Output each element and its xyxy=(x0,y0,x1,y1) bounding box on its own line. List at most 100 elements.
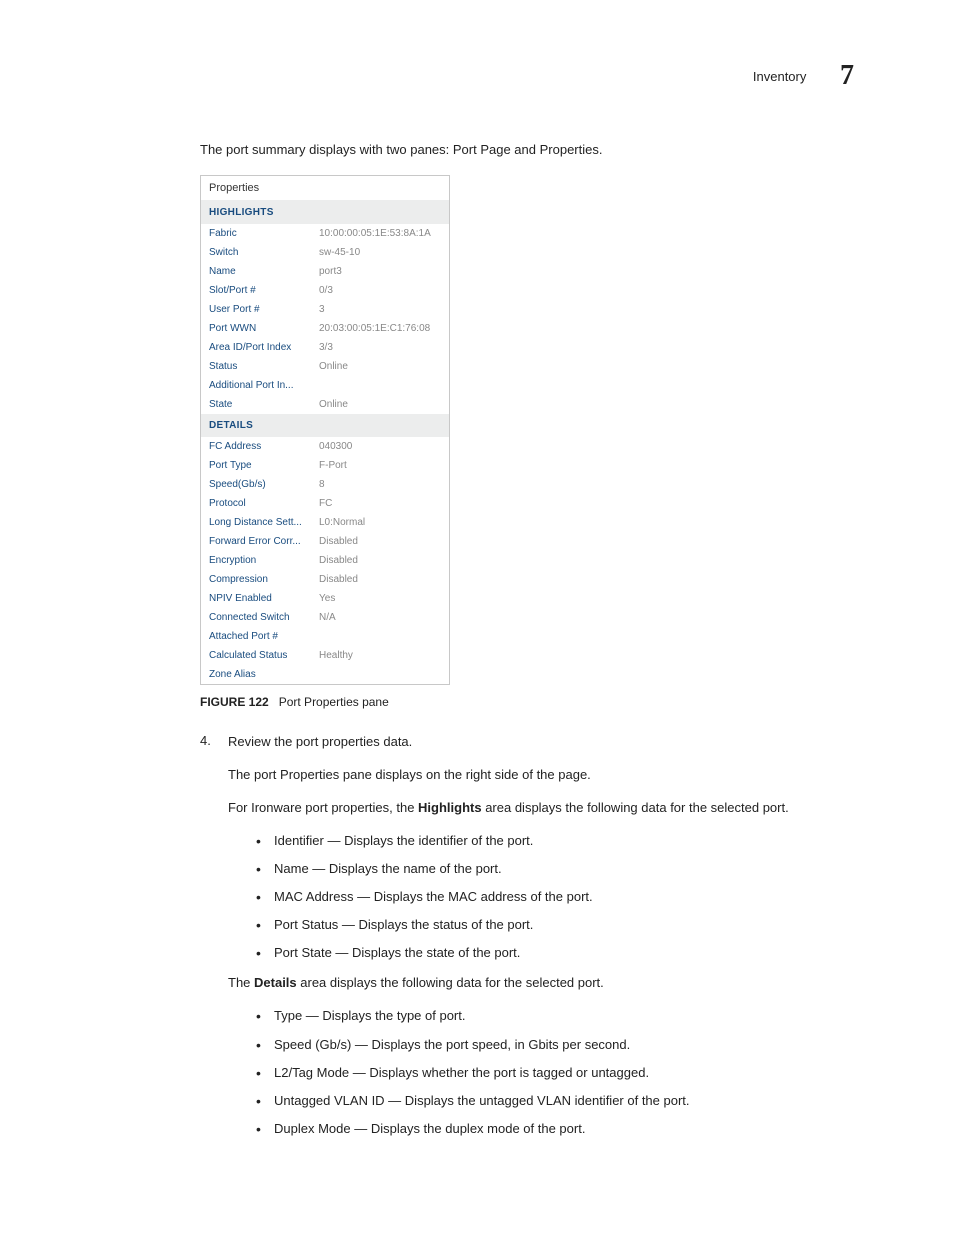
property-value: 3 xyxy=(319,304,325,315)
property-row: Switchsw-45-10 xyxy=(201,243,449,262)
step-body: Review the port properties data. The por… xyxy=(228,733,854,1150)
property-value: port3 xyxy=(319,266,342,277)
figure-label: FIGURE 122 xyxy=(200,695,269,709)
step-line-3: For Ironware port properties, the Highli… xyxy=(228,799,854,818)
property-label: Port Type xyxy=(209,460,319,471)
property-row: Fabric10:00:00:05:1E:53:8A:1A xyxy=(201,224,449,243)
property-row: Long Distance Sett...L0:Normal xyxy=(201,513,449,532)
property-row: Connected SwitchN/A xyxy=(201,608,449,627)
property-row: User Port #3 xyxy=(201,300,449,319)
property-row: NPIV EnabledYes xyxy=(201,589,449,608)
property-label: Slot/Port # xyxy=(209,285,319,296)
property-label: Fabric xyxy=(209,228,319,239)
details-list: FC Address040300Port TypeF-PortSpeed(Gb/… xyxy=(201,437,449,684)
step-line-4: The Details area displays the following … xyxy=(228,974,854,993)
property-label: NPIV Enabled xyxy=(209,593,319,604)
property-value: Healthy xyxy=(319,650,353,661)
figure-caption: FIGURE 122 Port Properties pane xyxy=(200,695,854,709)
property-value: 10:00:00:05:1E:53:8A:1A xyxy=(319,228,431,239)
property-row: Additional Port In... xyxy=(201,376,449,395)
highlights-bullets: Identifier — Displays the identifier of … xyxy=(256,832,854,963)
step-number: 4. xyxy=(200,733,228,1150)
property-label: Zone Alias xyxy=(209,669,319,680)
page-header: Inventory 7 xyxy=(100,60,854,92)
property-value: Disabled xyxy=(319,536,358,547)
details-header: DETAILS xyxy=(201,414,449,437)
property-row: Area ID/Port Index3/3 xyxy=(201,338,449,357)
property-value: F-Port xyxy=(319,460,347,471)
property-label: Calculated Status xyxy=(209,650,319,661)
list-item: Port Status — Displays the status of the… xyxy=(256,916,854,934)
property-row: FC Address040300 xyxy=(201,437,449,456)
page: Inventory 7 The port summary displays wi… xyxy=(0,0,954,1204)
property-value: 20:03:00:05:1E:C1:76:08 xyxy=(319,323,430,334)
highlights-list: Fabric10:00:00:05:1E:53:8A:1ASwitchsw-45… xyxy=(201,224,449,414)
property-row: StatusOnline xyxy=(201,357,449,376)
list-item: Duplex Mode — Displays the duplex mode o… xyxy=(256,1120,854,1138)
property-row: EncryptionDisabled xyxy=(201,551,449,570)
property-row: Attached Port # xyxy=(201,627,449,646)
panel-title: Properties xyxy=(201,176,449,201)
property-value: N/A xyxy=(319,612,336,623)
property-label: Additional Port In... xyxy=(209,380,319,391)
property-value: Disabled xyxy=(319,574,358,585)
property-value: Online xyxy=(319,361,348,372)
property-value: Disabled xyxy=(319,555,358,566)
intro-text: The port summary displays with two panes… xyxy=(200,142,854,157)
property-row: Calculated StatusHealthy xyxy=(201,646,449,665)
property-row: Speed(Gb/s)8 xyxy=(201,475,449,494)
property-value: sw-45-10 xyxy=(319,247,360,258)
figure-text: Port Properties pane xyxy=(279,695,389,709)
list-item: L2/Tag Mode — Displays whether the port … xyxy=(256,1064,854,1082)
properties-panel: Properties HIGHLIGHTS Fabric10:00:00:05:… xyxy=(200,175,450,685)
property-value: FC xyxy=(319,498,332,509)
list-item: Identifier — Displays the identifier of … xyxy=(256,832,854,850)
property-label: Encryption xyxy=(209,555,319,566)
property-row: CompressionDisabled xyxy=(201,570,449,589)
property-label: Long Distance Sett... xyxy=(209,517,319,528)
property-row: Forward Error Corr...Disabled xyxy=(201,532,449,551)
property-row: Port WWN20:03:00:05:1E:C1:76:08 xyxy=(201,319,449,338)
property-label: Status xyxy=(209,361,319,372)
property-value: L0:Normal xyxy=(319,517,365,528)
list-item: Type — Displays the type of port. xyxy=(256,1007,854,1025)
list-item: Port State — Displays the state of the p… xyxy=(256,944,854,962)
property-row: ProtocolFC xyxy=(201,494,449,513)
list-item: Name — Displays the name of the port. xyxy=(256,860,854,878)
property-label: Attached Port # xyxy=(209,631,319,642)
list-item: Untagged VLAN ID — Displays the untagged… xyxy=(256,1092,854,1110)
property-label: Port WWN xyxy=(209,323,319,334)
property-row: StateOnline xyxy=(201,395,449,414)
property-label: Name xyxy=(209,266,319,277)
property-label: FC Address xyxy=(209,441,319,452)
property-label: Switch xyxy=(209,247,319,258)
step-line-1: Review the port properties data. xyxy=(228,733,854,752)
step-block: 4. Review the port properties data. The … xyxy=(200,733,854,1150)
property-label: Forward Error Corr... xyxy=(209,536,319,547)
step-line-2: The port Properties pane displays on the… xyxy=(228,766,854,785)
property-row: Zone Alias xyxy=(201,665,449,684)
property-label: Speed(Gb/s) xyxy=(209,479,319,490)
property-row: Slot/Port #0/3 xyxy=(201,281,449,300)
highlights-header: HIGHLIGHTS xyxy=(201,201,449,224)
property-label: Connected Switch xyxy=(209,612,319,623)
property-value: Online xyxy=(319,399,348,410)
property-value: 3/3 xyxy=(319,342,333,353)
list-item: Speed (Gb/s) — Displays the port speed, … xyxy=(256,1036,854,1054)
details-bullets: Type — Displays the type of port. Speed (… xyxy=(256,1007,854,1138)
content: The port summary displays with two panes… xyxy=(200,142,854,1150)
property-row: Port TypeF-Port xyxy=(201,456,449,475)
property-label: Compression xyxy=(209,574,319,585)
header-chapter: 7 xyxy=(840,60,854,91)
property-value: Yes xyxy=(319,593,335,604)
header-section: Inventory xyxy=(753,69,806,84)
list-item: MAC Address — Displays the MAC address o… xyxy=(256,888,854,906)
property-value: 0/3 xyxy=(319,285,333,296)
property-label: User Port # xyxy=(209,304,319,315)
property-value: 040300 xyxy=(319,441,352,452)
property-value: 8 xyxy=(319,479,325,490)
property-label: Area ID/Port Index xyxy=(209,342,319,353)
property-label: State xyxy=(209,399,319,410)
property-label: Protocol xyxy=(209,498,319,509)
property-row: Nameport3 xyxy=(201,262,449,281)
